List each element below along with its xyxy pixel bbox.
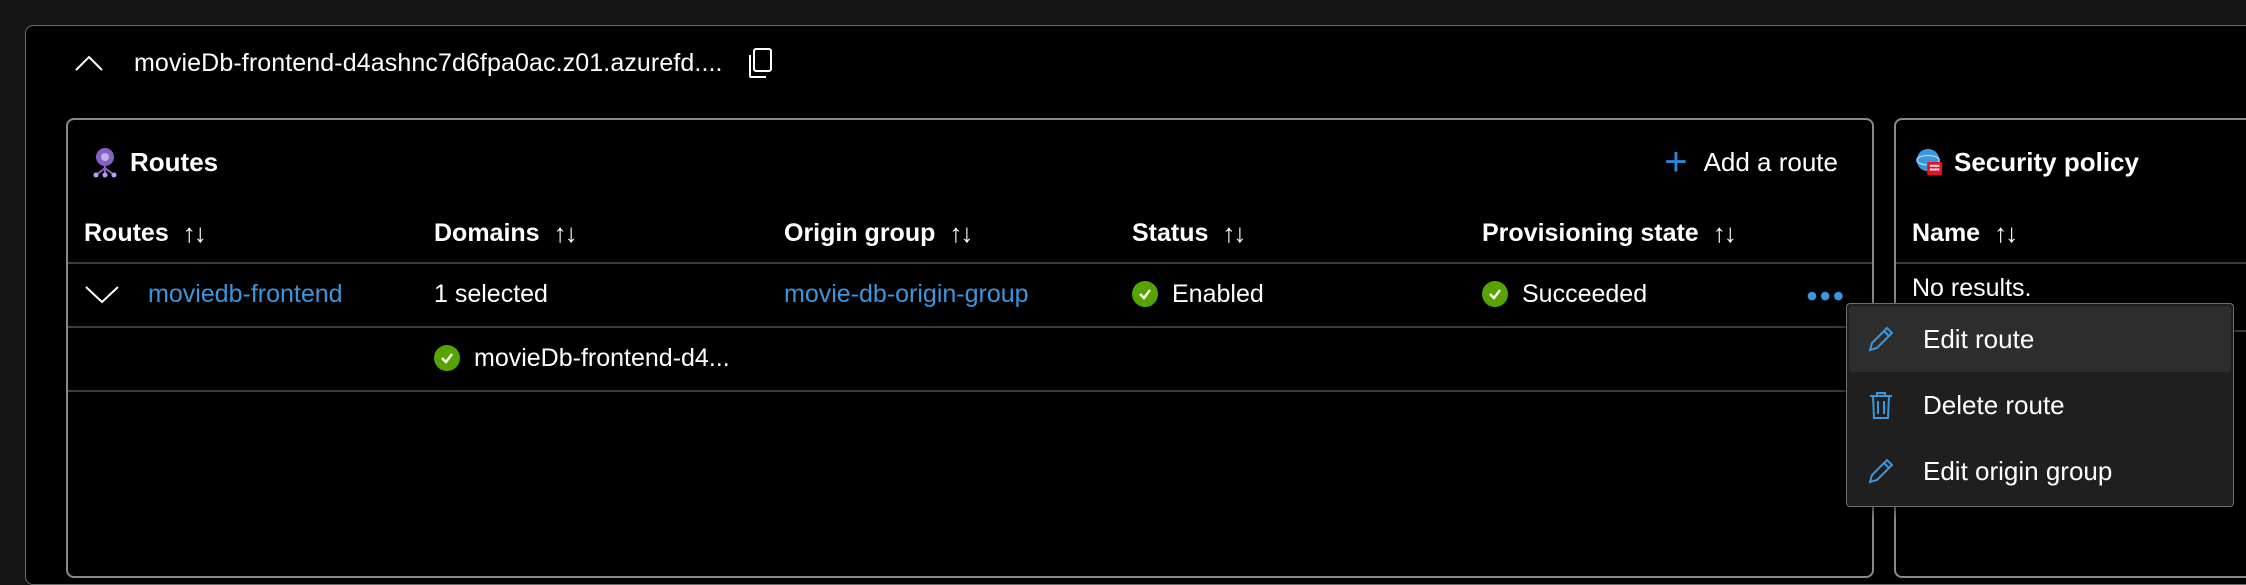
origin-group-link[interactable]: movie-db-origin-group	[784, 274, 1029, 314]
more-actions-ellipsis-icon[interactable]: •••	[1806, 280, 1846, 312]
row-divider	[68, 390, 1872, 392]
no-results-text: No results.	[1912, 273, 2032, 302]
menu-item-label: Delete route	[1923, 389, 2065, 420]
column-header-name[interactable]: Name ↑↓	[1912, 212, 2018, 254]
column-header-status[interactable]: Status ↑↓	[1132, 212, 1246, 254]
menu-item-label: Edit origin group	[1923, 455, 2113, 486]
header-divider	[1896, 262, 2246, 264]
route-domains: 1 selected	[434, 279, 548, 308]
sort-icon: ↑↓	[553, 217, 578, 248]
endpoint-title: movieDb-frontend-d4ashnc7d6fpa0ac.z01.az…	[134, 48, 723, 77]
column-header-label: Name	[1912, 218, 1981, 247]
column-header-domains[interactable]: Domains ↑↓	[434, 212, 578, 254]
pencil-icon	[1863, 321, 1899, 357]
column-header-provisioning-state[interactable]: Provisioning state ↑↓	[1482, 212, 1737, 254]
status-text: Enabled	[1172, 279, 1264, 308]
expanded-domain-text: movieDb-frontend-d4...	[474, 343, 730, 372]
success-check-icon	[1482, 281, 1508, 307]
sort-icon: ↑↓	[1712, 217, 1737, 248]
endpoint-header: movieDb-frontend-d4ashnc7d6fpa0ac.z01.az…	[72, 40, 777, 86]
sort-icon: ↑↓	[1994, 217, 2018, 248]
security-policy-icon	[1914, 146, 1944, 178]
menu-item-label: Edit route	[1923, 323, 2035, 354]
provisioning-state-text: Succeeded	[1522, 279, 1648, 308]
expand-row-chevron-down-icon[interactable]	[84, 274, 120, 314]
routes-card: Routes + Add a route Routes ↑↓ Domains ↑…	[66, 118, 1874, 578]
routes-card-title: Routes	[90, 142, 218, 182]
column-header-label: Domains	[434, 218, 540, 247]
column-header-routes[interactable]: Routes ↑↓	[84, 212, 207, 254]
copy-icon[interactable]	[743, 46, 777, 80]
collapse-chevron-up-icon[interactable]	[72, 46, 106, 80]
route-name-link[interactable]: moviedb-frontend	[148, 274, 343, 314]
status-cell: Enabled	[1132, 274, 1264, 314]
security-policy-title-text: Security policy	[1954, 146, 2139, 177]
column-header-label: Origin group	[784, 218, 936, 247]
route-context-menu: Edit route Delete route Edit origin grou…	[1846, 303, 2234, 507]
pencil-icon	[1863, 453, 1899, 489]
security-policy-title: Security policy	[1914, 142, 2139, 182]
add-route-label: Add a route	[1703, 146, 1838, 177]
column-header-label: Routes	[84, 218, 169, 247]
sort-icon: ↑↓	[1222, 217, 1246, 248]
sort-icon: ↑↓	[949, 217, 973, 248]
menu-item-edit-origin-group[interactable]: Edit origin group	[1849, 438, 2231, 504]
success-check-icon	[434, 345, 460, 371]
expanded-domain-cell: movieDb-frontend-d4...	[434, 338, 730, 378]
success-check-icon	[1132, 281, 1158, 307]
menu-item-edit-route[interactable]: Edit route	[1849, 306, 2231, 372]
row-divider	[68, 326, 1872, 328]
plus-icon: +	[1664, 140, 1688, 184]
trash-icon	[1863, 387, 1899, 423]
header-divider	[68, 262, 1872, 264]
sort-icon: ↑↓	[182, 217, 207, 248]
add-route-button[interactable]: + Add a route	[1664, 142, 1838, 182]
column-header-label: Provisioning state	[1482, 218, 1699, 247]
menu-item-delete-route[interactable]: Delete route	[1849, 372, 2231, 438]
provisioning-state-cell: Succeeded	[1482, 274, 1647, 314]
routes-icon	[90, 146, 120, 178]
routes-title-text: Routes	[130, 146, 219, 177]
column-header-origin-group[interactable]: Origin group ↑↓	[784, 212, 973, 254]
column-header-label: Status	[1132, 218, 1209, 247]
